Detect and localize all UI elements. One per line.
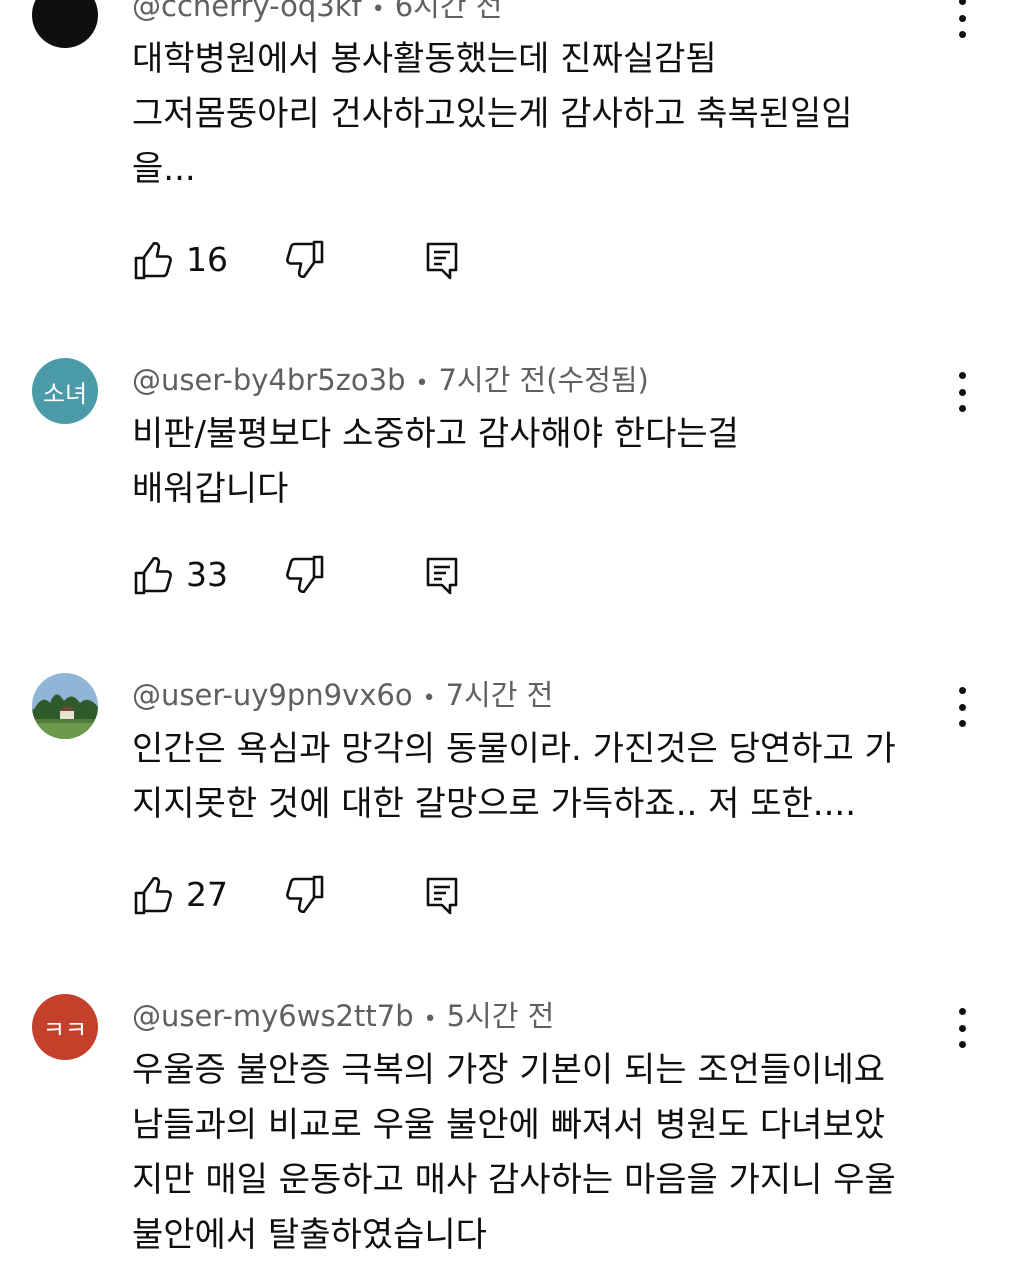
more-vertical-icon[interactable] [948, 687, 976, 727]
separator-dot: • [415, 371, 429, 396]
comment-text-line: 지지못한 것에 대한 갈망으로 가득하죠.. 저 또한.... [132, 784, 857, 824]
thumbs-up-icon[interactable] [132, 238, 172, 282]
comment-text-line: 대학병원에서 봉사활동했는데 진짜실감됨 [132, 39, 717, 79]
comment-author[interactable]: @user-by4br5zo3b [132, 363, 406, 397]
avatar-photo [32, 673, 98, 739]
comment-text: 비판/불평보다 소중하고 감사해야 한다는걸 배워갑니다 [132, 407, 952, 517]
comment-text-line: 남들과의 비교로 우울 불안에 빠져서 병원도 다녀보았 [132, 1105, 886, 1145]
separator-dot: • [371, 0, 385, 22]
avatar[interactable] [32, 673, 98, 739]
reply-comment-icon[interactable] [424, 553, 460, 597]
thumbs-up-icon[interactable] [132, 553, 172, 597]
comment-text-line: 인간은 욕심과 망각의 동물이라. 가진것은 당연하고 가 [132, 729, 896, 769]
comment-actions: 33 [132, 553, 492, 597]
like-count: 27 [186, 875, 228, 914]
comment-meta: @ccherry-oq3kf • 6시간 전 [132, 0, 502, 30]
comment-time: 6시간 전 [394, 0, 503, 23]
comment-text-line: 을... [132, 149, 196, 189]
comment-time: 5시간 전 [446, 999, 555, 1033]
more-vertical-icon[interactable] [948, 372, 976, 412]
edited-label: (수정됨) [546, 363, 649, 397]
comment-author[interactable]: @user-my6ws2tt7b [132, 999, 414, 1033]
avatar[interactable]: 소녀 [32, 358, 98, 424]
more-vertical-icon[interactable] [948, 1008, 976, 1048]
thumbs-down-icon[interactable] [286, 238, 326, 282]
comment-text-line: 그저몸뚱아리 건사하고있는게 감사하고 축복된일임 [132, 94, 853, 134]
comment-author[interactable]: @user-uy9pn9vx6o [132, 678, 413, 712]
comment-text-line: 비판/불평보다 소중하고 감사해야 한다는걸 [132, 414, 739, 454]
comment-text-line: 지만 매일 운동하고 매사 감사하는 마음을 가지니 우울 [132, 1160, 896, 1200]
comment-text: 인간은 욕심과 망각의 동물이라. 가진것은 당연하고 가 지지못한 것에 대한… [132, 722, 952, 832]
comment-text: 대학병원에서 봉사활동했는데 진짜실감됨 그저몸뚱아리 건사하고있는게 감사하고… [132, 32, 952, 197]
comment-meta: @user-uy9pn9vx6o • 7시간 전 [132, 675, 553, 719]
separator-dot: • [422, 686, 436, 711]
avatar-initials: ㅋㅋ [42, 1015, 88, 1044]
comment-time: 7시간 전 [445, 678, 554, 712]
thumbs-down-icon[interactable] [286, 553, 326, 597]
avatar[interactable] [32, 0, 98, 48]
comment-time: 7시간 전 [438, 363, 547, 397]
thumbs-down-icon[interactable] [286, 873, 326, 917]
comment-text: 우울증 불안증 극복의 가장 기본이 되는 조언들이네요 남들과의 비교로 우울… [132, 1043, 952, 1263]
avatar[interactable]: ㅋㅋ [32, 994, 98, 1060]
comment-text-line: 불안에서 탈출하였습니다 [132, 1215, 487, 1255]
thumbs-up-icon[interactable] [132, 873, 172, 917]
comment-meta: @user-by4br5zo3b • 7시간 전(수정됨) [132, 360, 649, 404]
comment-actions: 27 [132, 873, 492, 917]
comment-text-line: 우울증 불안증 극복의 가장 기본이 되는 조언들이네요 [132, 1050, 886, 1090]
more-vertical-icon[interactable] [948, 0, 976, 38]
avatar-initials: 소녀 [42, 379, 88, 408]
comment-text-line: 배워갑니다 [132, 469, 289, 509]
separator-dot: • [423, 1007, 437, 1032]
like-count: 33 [186, 555, 228, 594]
like-count: 16 [186, 240, 228, 279]
comment-meta: @user-my6ws2tt7b • 5시간 전 [132, 996, 554, 1040]
reply-comment-icon[interactable] [424, 238, 460, 282]
reply-comment-icon[interactable] [424, 873, 460, 917]
comment-actions: 16 [132, 238, 492, 282]
comment-author[interactable]: @ccherry-oq3kf [132, 0, 362, 23]
